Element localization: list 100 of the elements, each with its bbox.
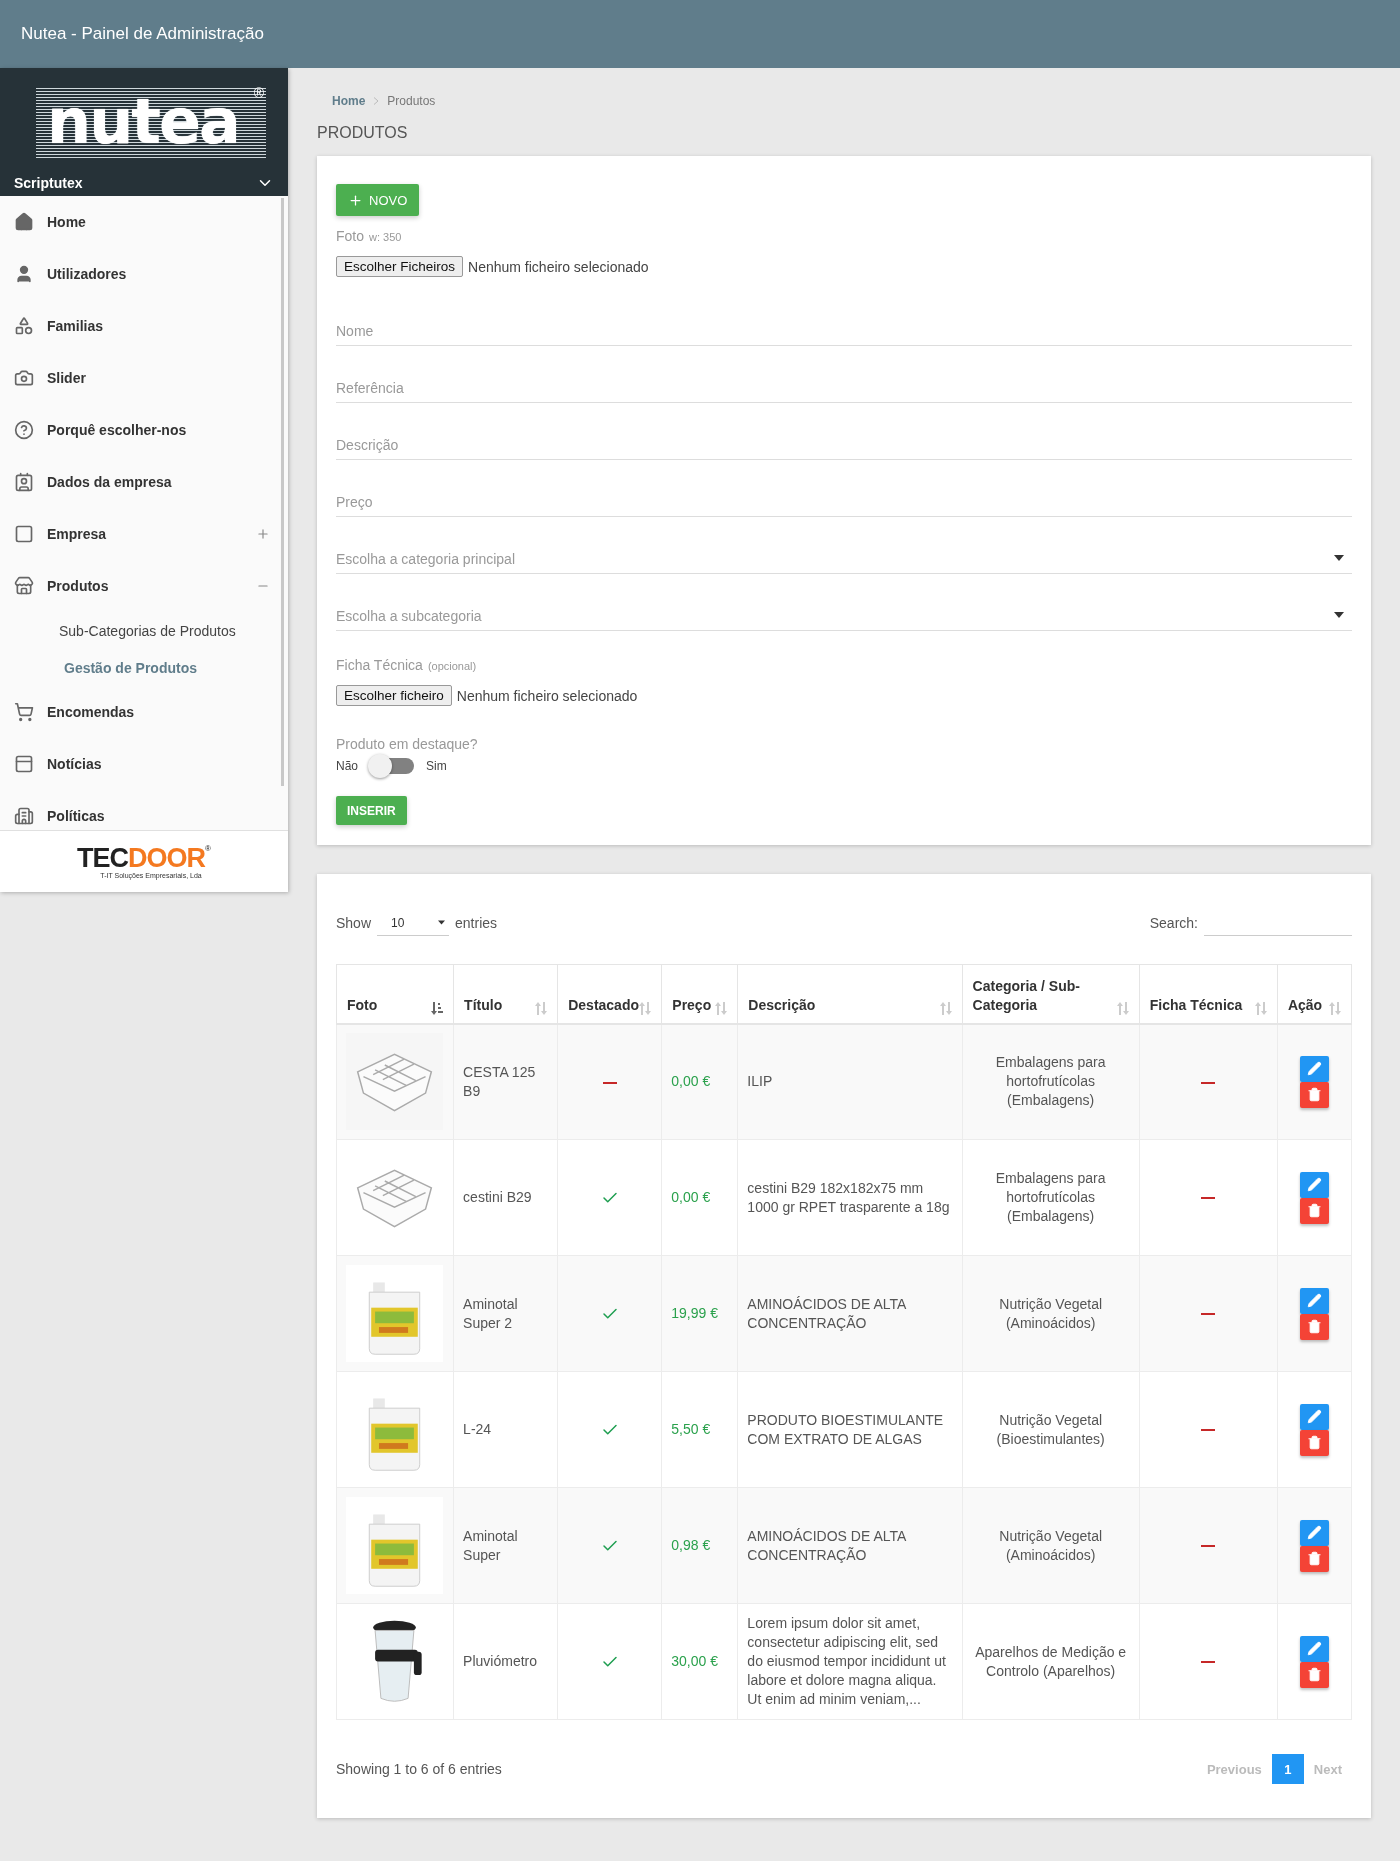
edit-button[interactable] [1299,1519,1329,1546]
submenu-item[interactable]: Gestão de Produtos [0,649,284,686]
delete-button[interactable] [1299,1429,1329,1456]
chevron-right-icon [373,97,380,105]
file-status: Nenhum ficheiro selecionado [456,687,638,704]
dash-icon [602,1081,617,1084]
cart-icon [14,702,34,722]
contact-card-icon [14,472,34,492]
dash-icon [1201,1661,1216,1664]
file-status: Nenhum ficheiro selecionado [468,258,649,275]
edit-button[interactable] [1299,1635,1329,1662]
sort-icon [1254,1001,1267,1015]
column-header[interactable]: Categoria / Sub-Categoria [962,964,1140,1024]
menu-item[interactable]: Dados da empresa [0,456,284,508]
window-icon [14,754,34,774]
table-cell: Lorem ipsum dolor sit amet, consectetur adipiscing elit, sed do eiusmod tempor incididunt ut labore et dolore magna aliqua. Ut enim ad minim veniam,... [747,1615,946,1707]
dash-icon [1201,1081,1216,1084]
menu-item[interactable]: Utilizadores [0,248,284,300]
sort-icon [1329,1001,1341,1015]
pencil-icon [1306,1177,1322,1192]
table-cell: Aminotal Super [463,1527,518,1563]
edit-button[interactable] [1299,1403,1329,1430]
app-title: Nutea - Painel de Administração [21,24,264,44]
field-label: Produto em destaque? [336,736,479,752]
price: 5,50 € [671,1421,711,1437]
menu-item[interactable]: Produtos [0,560,284,612]
table-cell: Aminotal Super 2 [463,1295,518,1331]
dash-icon [1201,1429,1216,1432]
delete-button[interactable] [1299,1661,1329,1688]
pencil-icon [1306,1409,1322,1424]
search-label: Search: [1149,915,1198,931]
entries-label: entries [455,915,498,931]
page-size-select[interactable]: 10 [377,910,450,936]
building-icon [14,806,34,826]
table-cell: CESTA 125 B9 [463,1063,536,1099]
breadcrumb-link[interactable]: Home [332,94,366,108]
delete-button[interactable] [1299,1081,1329,1108]
store-icon [14,576,34,596]
column-header[interactable]: Ficha Técnica [1139,964,1278,1024]
sort-icon [939,1001,952,1015]
toggle-off-label: Não [336,759,358,773]
column-header[interactable]: Preço [661,964,738,1024]
pencil-icon [1306,1641,1322,1656]
choose-file-button[interactable]: Escolher Ficheiros [336,256,464,277]
user-name: Scriptutex [14,175,83,191]
table-cell: Nutrição Vegetal (Aminoácidos) [999,1295,1103,1331]
breadcrumb-current: Produtos [387,94,436,108]
menu-item[interactable]: Home [0,196,284,248]
table-cell: cestini B29 [463,1189,532,1205]
column-header[interactable]: Destacado [557,964,662,1024]
field-label: Ficha Técnica [336,657,423,673]
price: 19,99 € [671,1305,718,1321]
plus-icon [256,527,270,541]
table-info: Showing 1 to 6 of 6 entries [336,1761,502,1777]
column-header[interactable]: Ação [1277,964,1352,1024]
menu-item[interactable]: Familias [0,300,284,352]
sort-icon [431,1001,444,1015]
table-cell: Pluviómetro [463,1653,538,1669]
price: 0,00 € [671,1073,711,1090]
price: 0,00 € [671,1189,711,1205]
trash-icon [1306,1667,1322,1682]
caret-icon [438,920,446,925]
menu-item[interactable]: Encomendas [0,686,284,738]
table-cell: Nutrição Vegetal (Aminoácidos) [999,1527,1103,1563]
menu-item[interactable]: Slider [0,352,284,404]
trash-icon [1306,1435,1322,1450]
table-cell: Aparelhos de Medição e Controlo (Aparelhos) [975,1643,1127,1679]
dash-icon [1201,1313,1216,1316]
trash-icon [1306,1551,1322,1566]
plus-icon [348,192,363,208]
table-cell: AMINOÁCIDOS DE ALTA CONCENTRAÇÃO [747,1527,906,1563]
submenu-item[interactable]: Sub-Categorias de Produtos [0,612,284,649]
table-cell: L-24 [463,1421,492,1437]
menu-item[interactable]: Políticas [0,790,284,830]
table-cell: ILIP [747,1073,773,1090]
table-cell: cestini B29 182x182x75 mm 1000 gr RPET trasparente a 18g [747,1179,950,1215]
edit-button[interactable] [1299,1171,1329,1198]
trash-icon [1306,1203,1322,1218]
tecdoor-logo: TECDOOR® [77,844,211,872]
toggle-on-label: Sim [426,759,447,773]
help-icon [14,420,34,440]
delete-button[interactable] [1299,1545,1329,1572]
column-header[interactable]: Descrição [737,964,963,1024]
field-hint: w: 350 [369,231,402,243]
column-header[interactable]: Foto [336,964,454,1024]
menu-item[interactable]: Notícias [0,738,284,790]
edit-button[interactable] [1299,1287,1329,1314]
edit-button[interactable] [1299,1055,1329,1082]
delete-button[interactable] [1299,1313,1329,1340]
dash-icon [1201,1197,1216,1200]
choose-file-button[interactable]: Escolher ficheiro [336,685,452,706]
sort-icon [535,1001,548,1015]
delete-button[interactable] [1299,1197,1329,1224]
caret-icon [1334,612,1344,618]
price: 0,98 € [671,1537,711,1553]
sort-icon [715,1001,728,1015]
menu-item[interactable]: Porquê escolher-nos [0,404,284,456]
column-header[interactable]: Título [453,964,558,1024]
scrollbar[interactable] [281,198,284,786]
menu-item[interactable]: Empresa [0,508,284,560]
